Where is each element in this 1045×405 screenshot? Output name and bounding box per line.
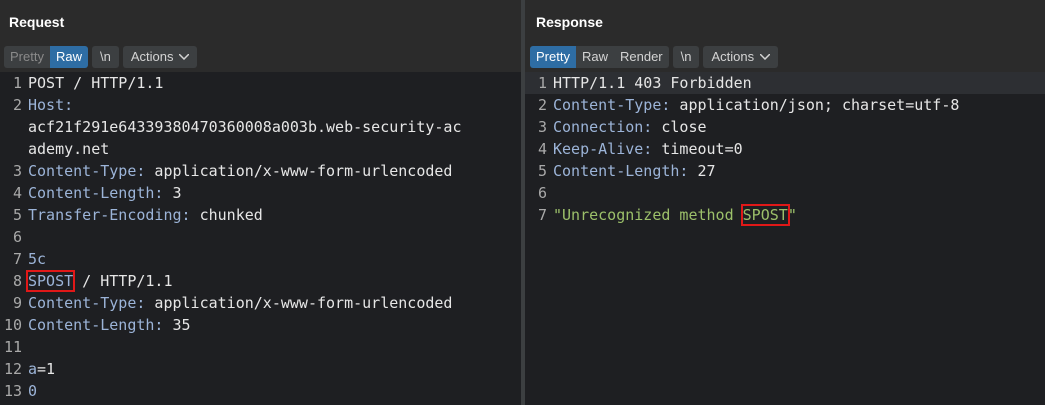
- body-string-suffix: ": [787, 206, 797, 224]
- editor-line: 11: [0, 336, 521, 358]
- editor-line: 12 a=1: [0, 358, 521, 380]
- status-line: HTTP/1.1 403 Forbidden: [553, 74, 752, 92]
- response-toolbar: Pretty Raw Render \n Actions: [530, 45, 782, 69]
- response-view-tabs: Pretty Raw Render: [530, 46, 669, 68]
- request-pane: Request Pretty Raw \n Actions 1 POST / HT…: [0, 0, 521, 405]
- code-text: acf21f291e64339380470360008a003b.web-sec…: [28, 118, 462, 136]
- header-name: Content-Length:: [28, 184, 164, 202]
- editor-line: 7 5c: [0, 248, 521, 270]
- actions-button[interactable]: Actions: [122, 46, 198, 68]
- line-number: 5: [12, 206, 22, 224]
- tab-raw[interactable]: Raw: [49, 46, 88, 68]
- actions-label: Actions: [130, 49, 174, 64]
- newline-toggle-button[interactable]: \n: [672, 46, 700, 68]
- smuggled-method-highlight: SPOST: [25, 270, 76, 292]
- line-number: 6: [12, 228, 22, 246]
- header-value: timeout=0: [652, 140, 743, 158]
- editor-line: 2 Content-Type: application/json; charset…: [525, 94, 1045, 116]
- request-toolbar: Pretty Raw \n Actions: [4, 45, 201, 69]
- tab-render[interactable]: Render: [613, 46, 669, 68]
- editor-line: 6: [525, 182, 1045, 204]
- editor-line: 4 Keep-Alive: timeout=0: [525, 138, 1045, 160]
- header-name: Content-Length:: [28, 316, 164, 334]
- editor-line: 8 SPOST / HTTP/1.1: [0, 270, 521, 292]
- body-string-prefix: "Unrecognized method: [553, 206, 743, 224]
- line-number: 7: [12, 250, 22, 268]
- line-number: 4: [537, 140, 547, 158]
- header-value: application/x-www-form-urlencoded: [145, 162, 453, 180]
- editor-line: acf21f291e64339380470360008a003b.web-sec…: [0, 116, 521, 138]
- line-number: 5: [537, 162, 547, 180]
- editor-line: 5 Content-Length: 27: [525, 160, 1045, 182]
- chunk-terminator: 0: [28, 382, 38, 400]
- chunk-size: 5c: [28, 250, 47, 268]
- line-number: 7: [537, 206, 547, 224]
- code-text: ademy.net: [28, 140, 110, 158]
- method-highlight: SPOST: [740, 204, 790, 226]
- editor-line: 2 Host:: [0, 94, 521, 116]
- param-value: =1: [37, 360, 56, 378]
- line-number: 4: [12, 184, 22, 202]
- request-title: Request: [9, 14, 65, 30]
- editor-line: 4 Content-Length: 3: [0, 182, 521, 204]
- header-name: Keep-Alive:: [553, 140, 653, 158]
- tab-pretty[interactable]: Pretty: [530, 46, 576, 68]
- editor-line: 7 "Unrecognized method SPOST": [525, 204, 1045, 226]
- header-value: application/json; charset=utf-8: [670, 96, 960, 114]
- editor-line: 10 Content-Length: 35: [0, 314, 521, 336]
- header-value: application/x-www-form-urlencoded: [145, 294, 453, 312]
- request-line-rest: / HTTP/1.1: [73, 272, 173, 290]
- response-pane: Response Pretty Raw Render \n Actions 1H…: [525, 0, 1045, 405]
- line-number: 6: [537, 184, 547, 202]
- request-view-tabs: Pretty Raw: [4, 46, 88, 68]
- editor-line: 3 Content-Type: application/x-www-form-ur…: [0, 160, 521, 182]
- header-value: 3: [163, 184, 182, 202]
- line-number: 13: [3, 382, 22, 400]
- line-number: 12: [3, 360, 22, 378]
- param-name: a: [28, 360, 38, 378]
- editor-line: ademy.net: [0, 138, 521, 160]
- newline-toggle-button[interactable]: \n: [91, 46, 119, 68]
- header-name: Content-Type:: [28, 162, 146, 180]
- response-title: Response: [536, 14, 603, 30]
- newline-toggle-label: \n: [680, 49, 692, 64]
- header-value: 35: [163, 316, 191, 334]
- header-value: close: [652, 118, 707, 136]
- tab-raw[interactable]: Raw: [575, 46, 614, 68]
- editor-line: 13 0: [0, 380, 521, 402]
- code-text: POST / HTTP/1.1: [28, 74, 164, 92]
- header-name: Content-Type:: [553, 96, 671, 114]
- line-number: 3: [12, 162, 22, 180]
- line-number: 2: [537, 96, 547, 114]
- chevron-down-icon: [179, 54, 190, 60]
- newline-toggle-label: \n: [99, 49, 111, 64]
- editor-line: 9 Content-Type: application/x-www-form-ur…: [0, 292, 521, 314]
- header-value: 27: [688, 162, 716, 180]
- chevron-down-icon: [760, 54, 771, 60]
- header-name: Content-Type:: [28, 294, 146, 312]
- actions-button[interactable]: Actions: [703, 46, 779, 68]
- editor-line: 3 Connection: close: [525, 116, 1045, 138]
- line-number: 1: [12, 74, 22, 92]
- header-name: Transfer-Encoding:: [28, 206, 191, 224]
- line-number: 11: [3, 338, 22, 356]
- editor-line: 5 Transfer-Encoding: chunked: [0, 204, 521, 226]
- line-number: 10: [3, 316, 22, 334]
- line-number: 8: [12, 272, 22, 290]
- request-editor[interactable]: 1 POST / HTTP/1.1 2 Host: acf21f291e643393…: [0, 72, 521, 405]
- line-number: 2: [12, 96, 22, 114]
- header-value: chunked: [190, 206, 263, 224]
- line-number: 1: [537, 74, 547, 92]
- header-name: Connection:: [553, 118, 653, 136]
- editor-line: 6: [0, 226, 521, 248]
- response-editor[interactable]: 1 HTTP/1.1 403 Forbidden 2 Content-Type: a…: [525, 72, 1045, 405]
- header-name: Host:: [28, 96, 74, 114]
- line-number: 9: [12, 294, 22, 312]
- editor-line: 1 POST / HTTP/1.1: [0, 72, 521, 94]
- actions-label: Actions: [711, 49, 755, 64]
- header-name: Content-Length:: [553, 162, 689, 180]
- line-number: 3: [537, 118, 547, 136]
- editor-line: 1 HTTP/1.1 403 Forbidden: [525, 72, 1045, 94]
- tab-pretty[interactable]: Pretty: [4, 46, 50, 68]
